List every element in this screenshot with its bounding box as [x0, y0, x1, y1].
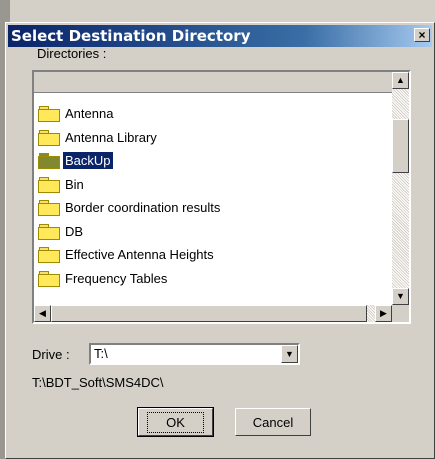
horizontal-scrollbar[interactable]: ◀ ▶ — [34, 305, 392, 322]
list-item-label: DB — [65, 223, 84, 239]
list-item[interactable]: Antenna Library — [34, 126, 392, 150]
list-item[interactable]: DB — [34, 220, 392, 244]
scroll-up-icon[interactable]: ▲ — [392, 72, 409, 89]
folder-icon — [38, 176, 60, 193]
scroll-left-icon[interactable]: ◀ — [34, 305, 51, 322]
current-path: T:\BDT_Soft\SMS4DC\ — [32, 375, 164, 390]
drive-select[interactable]: T:\ ▼ — [89, 343, 300, 365]
folder-icon — [38, 270, 60, 287]
list-item-label: Antenna Library — [65, 129, 157, 145]
folder-icon — [38, 200, 60, 217]
cancel-button[interactable]: Cancel — [235, 408, 311, 436]
scroll-right-icon[interactable]: ▶ — [375, 305, 392, 322]
vertical-scrollbar[interactable]: ▲ ▼ — [392, 72, 409, 305]
dialog-title: Select Destination Directory — [11, 27, 251, 45]
close-icon[interactable]: × — [414, 28, 430, 42]
drive-value: T:\ — [94, 346, 108, 361]
drive-label: Drive : — [32, 347, 70, 362]
folder-icon — [38, 129, 60, 146]
list-item[interactable]: Effective Antenna Heights — [34, 243, 392, 267]
scroll-down-icon[interactable]: ▼ — [392, 288, 409, 305]
list-item-label: Bin — [65, 176, 84, 192]
list-item-label: Frequency Tables — [65, 270, 168, 286]
scrollbar-corner — [392, 305, 409, 322]
horizontal-scroll-thumb[interactable] — [51, 305, 367, 322]
ok-button[interactable]: OK — [137, 407, 214, 437]
list-item-label: Border coordination results — [65, 200, 221, 216]
title-bar[interactable]: Select Destination Directory × — [8, 25, 432, 47]
chevron-down-icon[interactable]: ▼ — [281, 345, 298, 363]
list-item-label: BackUp — [63, 152, 113, 170]
listbox-header — [34, 72, 392, 93]
folder-icon — [38, 247, 60, 264]
folder-icon — [38, 106, 60, 123]
list-item[interactable]: Antenna — [34, 102, 392, 126]
directories-label: Directories : — [37, 46, 107, 61]
list-item[interactable]: Frequency Tables — [34, 267, 392, 291]
list-item[interactable]: BackUp — [34, 149, 392, 173]
list-item[interactable]: Bin — [34, 173, 392, 197]
directory-list: Antenna Antenna Library BackUp Bin Border co… — [34, 102, 392, 305]
folder-icon — [38, 153, 60, 170]
list-item[interactable]: Border coordination results — [34, 196, 392, 220]
directories-listbox[interactable]: Antenna Antenna Library BackUp Bin Border co… — [32, 70, 411, 324]
folder-icon — [38, 223, 60, 240]
list-item-label: Effective Antenna Heights — [65, 247, 214, 263]
ok-button-label: OK — [147, 411, 204, 433]
list-item-label: Antenna — [65, 106, 114, 122]
vertical-scroll-thumb[interactable] — [392, 119, 409, 173]
